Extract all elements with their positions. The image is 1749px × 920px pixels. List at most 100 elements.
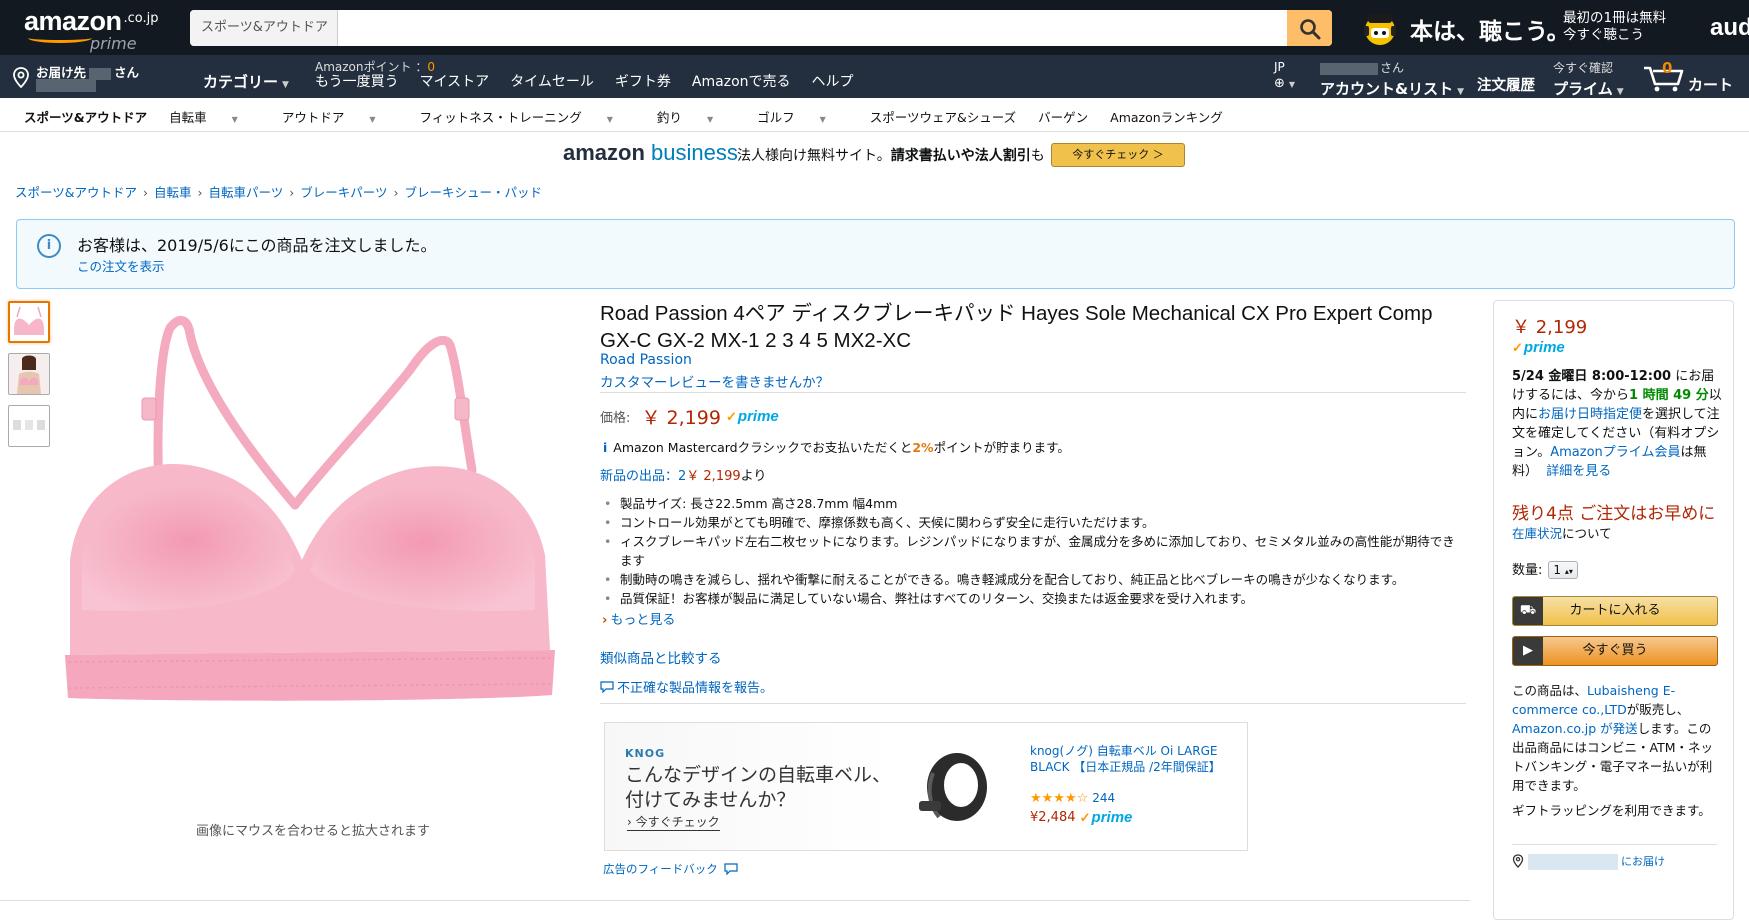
gift-wrap-info: ギフトラッピングを利用できます。	[1512, 803, 1711, 818]
ad-product-title[interactable]: knog(ノグ) 自転車ベル Oi LARGE BLACK 【日本正規品 /2年…	[1030, 743, 1230, 775]
breadcrumb-bicycle[interactable]: 自転車	[154, 185, 192, 200]
chevron-down-icon: ▼	[606, 115, 613, 124]
subnav-sportswear[interactable]: スポーツウェア&シューズ	[870, 107, 1016, 126]
subnav-sports-outdoor[interactable]: スポーツ&アウトドア	[24, 107, 147, 126]
delivery-countdown: 1 時間 49 分	[1629, 388, 1709, 403]
chevron-down-icon: ▼	[1616, 87, 1624, 97]
account-label: アカウント&リスト	[1320, 80, 1454, 98]
subnav-label: 自転車	[169, 110, 207, 125]
price-label: 価格:	[600, 411, 631, 426]
prime-label: prime	[1523, 339, 1565, 356]
nav-links: もう一度買う マイストア タイムセール ギフト券 Amazonで売る ヘルプ	[315, 71, 875, 91]
nav-link-time-sale[interactable]: タイムセール	[510, 71, 594, 91]
deliver-to[interactable]: お届け先 さん	[12, 59, 172, 95]
seller-text: が販売し、	[1626, 702, 1690, 717]
divider	[600, 392, 1466, 393]
breadcrumb-bicycle-parts[interactable]: 自転車パーツ	[209, 185, 284, 200]
top-nav-bar: amazon.co.jp prime スポーツ&アウトドア▼ 本は、聴こう。 最…	[0, 0, 1749, 55]
subnav-bicycle[interactable]: 自転車 ▼	[169, 107, 260, 126]
ad-cta-link[interactable]: › 今すぐチェック	[627, 813, 720, 831]
new-offers-link[interactable]: 新品の出品：2	[600, 469, 686, 484]
add-to-cart-label: カートに入れる	[1569, 603, 1661, 618]
business-banner[interactable]: amazon business 法人様向け無料サイト。請求書払いや法人割引も 今…	[563, 140, 1213, 170]
audible-mascot-icon	[1364, 14, 1396, 45]
ad-rating[interactable]: ★★★★☆ 244	[1030, 791, 1115, 806]
subnav-fishing[interactable]: 釣り ▼	[657, 107, 735, 126]
subnav-fitness[interactable]: フィットネス・トレーニング ▼	[420, 107, 635, 126]
stock-warning: 残り4点 ご注文はお早めに	[1512, 504, 1716, 524]
write-review-link[interactable]: カスタマーレビューを書きませんか？	[600, 371, 829, 391]
play-icon: ▶	[1513, 637, 1543, 665]
breadcrumb-separator: ›	[143, 185, 148, 200]
cart-button[interactable]: 0 カート	[1640, 59, 1740, 94]
product-title: Road Passion 4ペア ディスクブレーキパッド Hayes Sole …	[600, 302, 1433, 352]
ad-feedback-label: 広告のフィードバック	[603, 862, 718, 876]
subnav-outdoor[interactable]: アウトドア ▼	[282, 107, 398, 126]
redacted-address	[1528, 854, 1618, 870]
business-check-button[interactable]: 今すぐチェック ＞	[1051, 143, 1185, 167]
breadcrumb-brake-parts[interactable]: ブレーキパーツ	[300, 185, 387, 200]
orders-link[interactable]: 注文履歴	[1477, 74, 1535, 95]
search-bar: スポーツ&アウトドア▼	[190, 10, 1332, 46]
report-info-link[interactable]: 不正確な製品情報を報告。	[600, 677, 773, 696]
audible-banner[interactable]: 本は、聴こう。 最初の1冊は無料 今すぐ聴こう audible	[1360, 6, 1749, 50]
subnav-label: ゴルフ	[757, 110, 795, 125]
main-product-image[interactable]	[60, 310, 560, 785]
business-text-pre: 法人様向け無料サイト。	[737, 148, 891, 164]
compare-similar-link[interactable]: 類似商品と比較する	[600, 647, 722, 667]
subnav-bargain[interactable]: バーゲン	[1038, 107, 1088, 126]
fulfilled-by-amazon-link[interactable]: Amazon.co.jp が発送	[1512, 721, 1638, 736]
logo-word: amazon	[24, 6, 122, 36]
prime-member-link[interactable]: Amazonプライム会員	[1550, 445, 1680, 460]
report-label: 不正確な製品情報を報告。	[617, 681, 774, 696]
chevron-down-icon: ▼	[282, 80, 289, 90]
account-menu[interactable]: さん アカウント&リスト ▼	[1320, 59, 1464, 99]
price-row: 価格: ￥ 2,199 ✓prime	[600, 403, 779, 430]
nav-link-gift-card[interactable]: ギフト券	[615, 71, 671, 91]
deliver-prefix: お届け先	[36, 65, 87, 80]
account-suffix: さん	[1380, 61, 1405, 75]
nav-link-my-store[interactable]: マイストア	[420, 71, 490, 91]
subnav-ranking[interactable]: Amazonランキング	[1110, 107, 1223, 126]
see-more-link[interactable]: › もっと見る	[602, 609, 675, 628]
chevron-updown-icon: ▴▾	[1564, 567, 1573, 576]
business-text-bold: 請求書払いや法人割引	[890, 148, 1031, 164]
add-to-cart-button[interactable]: ⛟ カートに入れる	[1512, 596, 1718, 626]
nav-link-buy-again[interactable]: もう一度買う	[315, 71, 399, 91]
logo-prime: prime	[90, 34, 137, 53]
nav-link-sell[interactable]: Amazonで売る	[692, 71, 791, 91]
comment-icon	[724, 863, 739, 876]
audible-brand: audible	[1710, 14, 1749, 41]
audible-subtext: 最初の1冊は無料 今すぐ聴こう	[1563, 10, 1666, 44]
card-promo-text: Amazon Mastercardクラシックでお支払いただくと	[613, 440, 913, 455]
search-input[interactable]	[338, 10, 1286, 46]
breadcrumb-sports[interactable]: スポーツ&アウトドア	[15, 185, 137, 200]
thumbnail-1[interactable]	[8, 301, 50, 343]
prime-menu[interactable]: 今すぐ確認 プライム ▼	[1553, 59, 1624, 99]
details-link[interactable]: 詳細を見る	[1546, 464, 1611, 479]
thumbnail-3[interactable]	[8, 405, 50, 447]
redacted-address	[36, 79, 96, 92]
search-category-dropdown[interactable]: スポーツ&アウトドア▼	[190, 10, 338, 46]
ad-feedback-link[interactable]: 広告のフィードバック	[603, 861, 739, 877]
stock-status-link[interactable]: 在庫状況	[1512, 526, 1562, 541]
scheduled-delivery-link[interactable]: お届け日時指定便	[1538, 407, 1642, 422]
see-more-label: もっと見る	[610, 613, 676, 628]
amazon-logo[interactable]: amazon .co.jp prime	[24, 6, 164, 54]
nav-link-help[interactable]: ヘルプ	[812, 71, 854, 91]
buy-now-button[interactable]: ▶ 今すぐ買う	[1512, 636, 1718, 666]
delivery-address[interactable]: にお届け	[1512, 853, 1665, 870]
language-selector[interactable]: JP ⊕ ▼	[1274, 60, 1308, 91]
search-button[interactable]	[1287, 10, 1332, 46]
thumbnail-2[interactable]	[8, 353, 50, 395]
breadcrumb-brake-pads[interactable]: ブレーキシュー・パッド	[405, 185, 543, 200]
breadcrumb: スポーツ&アウトドア › 自転車 › 自転車パーツ › ブレーキパーツ › ブレーキシュー・パッ…	[15, 182, 542, 201]
cart-label: カート	[1688, 76, 1734, 94]
feature-bullet: 品質保証！お客様が製品に満足していない場合、弊社はすべてのリターン、交換または返…	[600, 589, 1460, 608]
brand-link[interactable]: Road Passion	[600, 352, 692, 368]
quantity-select[interactable]: 1 ▴▾	[1548, 561, 1578, 579]
view-order-link[interactable]: この注文を表示	[77, 256, 165, 275]
category-menu[interactable]: カテゴリー ▼	[203, 71, 289, 92]
subnav-golf[interactable]: ゴルフ ▼	[757, 107, 848, 126]
sponsored-ad[interactable]: KNOG こんなデザインの自転車ベル、付けてみませんか？ › 今すぐチェック k…	[604, 722, 1248, 851]
